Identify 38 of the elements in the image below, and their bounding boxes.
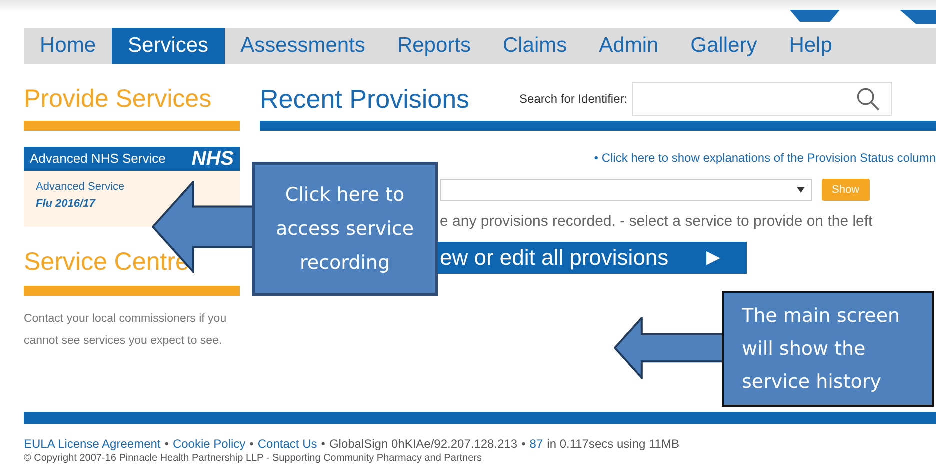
separator-dot: • — [522, 436, 526, 453]
service-header-text: Advanced NHS Service — [30, 150, 166, 168]
search-icon[interactable] — [854, 86, 881, 112]
footer-link[interactable]: Contact Us — [258, 435, 318, 453]
left-arrow-icon — [614, 317, 724, 379]
copyright-text: © Copyright 2007-16 Pinnacle Health Partnership LLP - Supporting Community Pharmacy and Partners — [24, 452, 482, 465]
nav-tab[interactable]: Gallery — [674, 28, 774, 64]
header-decoration-drawing — [900, 10, 936, 24]
status-message: e any provisions recorded. - select a service to provide on the left — [440, 212, 874, 232]
count-link[interactable]: 87 — [530, 435, 544, 453]
callout-box: The main screen will show the service history — [722, 291, 934, 407]
search-field[interactable] — [632, 82, 892, 116]
nav-tab[interactable]: Reports — [381, 28, 487, 64]
nav-tab[interactable]: Claims — [486, 28, 584, 64]
nav-tab[interactable]: Assessments — [224, 28, 382, 64]
footer-link[interactable]: Cookie Policy — [172, 435, 246, 453]
view-all-provisions-button[interactable]: ew or edit all provisions ▶ — [438, 242, 747, 274]
dropdown-caret-icon — [797, 187, 805, 193]
nav-tab[interactable]: Help — [773, 28, 848, 64]
footer-link[interactable]: EULA License Agreement — [24, 435, 161, 453]
nav-tab[interactable]: Home — [24, 28, 112, 64]
callout-box: Click here to access service recording — [252, 162, 438, 296]
timing-text: in 0.117secs using 11MB — [547, 436, 680, 453]
separator-dot: • — [321, 436, 326, 453]
service-link[interactable]: Flu 2016/17 — [36, 196, 96, 212]
separator-dot: • — [164, 436, 169, 453]
page-title: Recent Provisions — [260, 82, 470, 116]
nhs-logo: NHS — [192, 147, 234, 172]
sidebar-title: Provide Services — [24, 84, 213, 114]
nav-tab[interactable]: Services — [112, 28, 225, 64]
server-info: GlobalSign 0hKIAe/92.207.128.213 — [329, 436, 518, 453]
service-select[interactable] — [440, 179, 812, 201]
nav-tab[interactable]: Admin — [583, 28, 675, 64]
help-text: Contact your local commissioners if you cannot see services you expect to see. — [24, 312, 228, 349]
search-label: Search for Identifier: — [520, 91, 628, 108]
service-type[interactable]: Advanced Service — [36, 179, 125, 196]
separator-dot: • — [250, 436, 254, 453]
header-decoration-drawing — [790, 10, 840, 22]
